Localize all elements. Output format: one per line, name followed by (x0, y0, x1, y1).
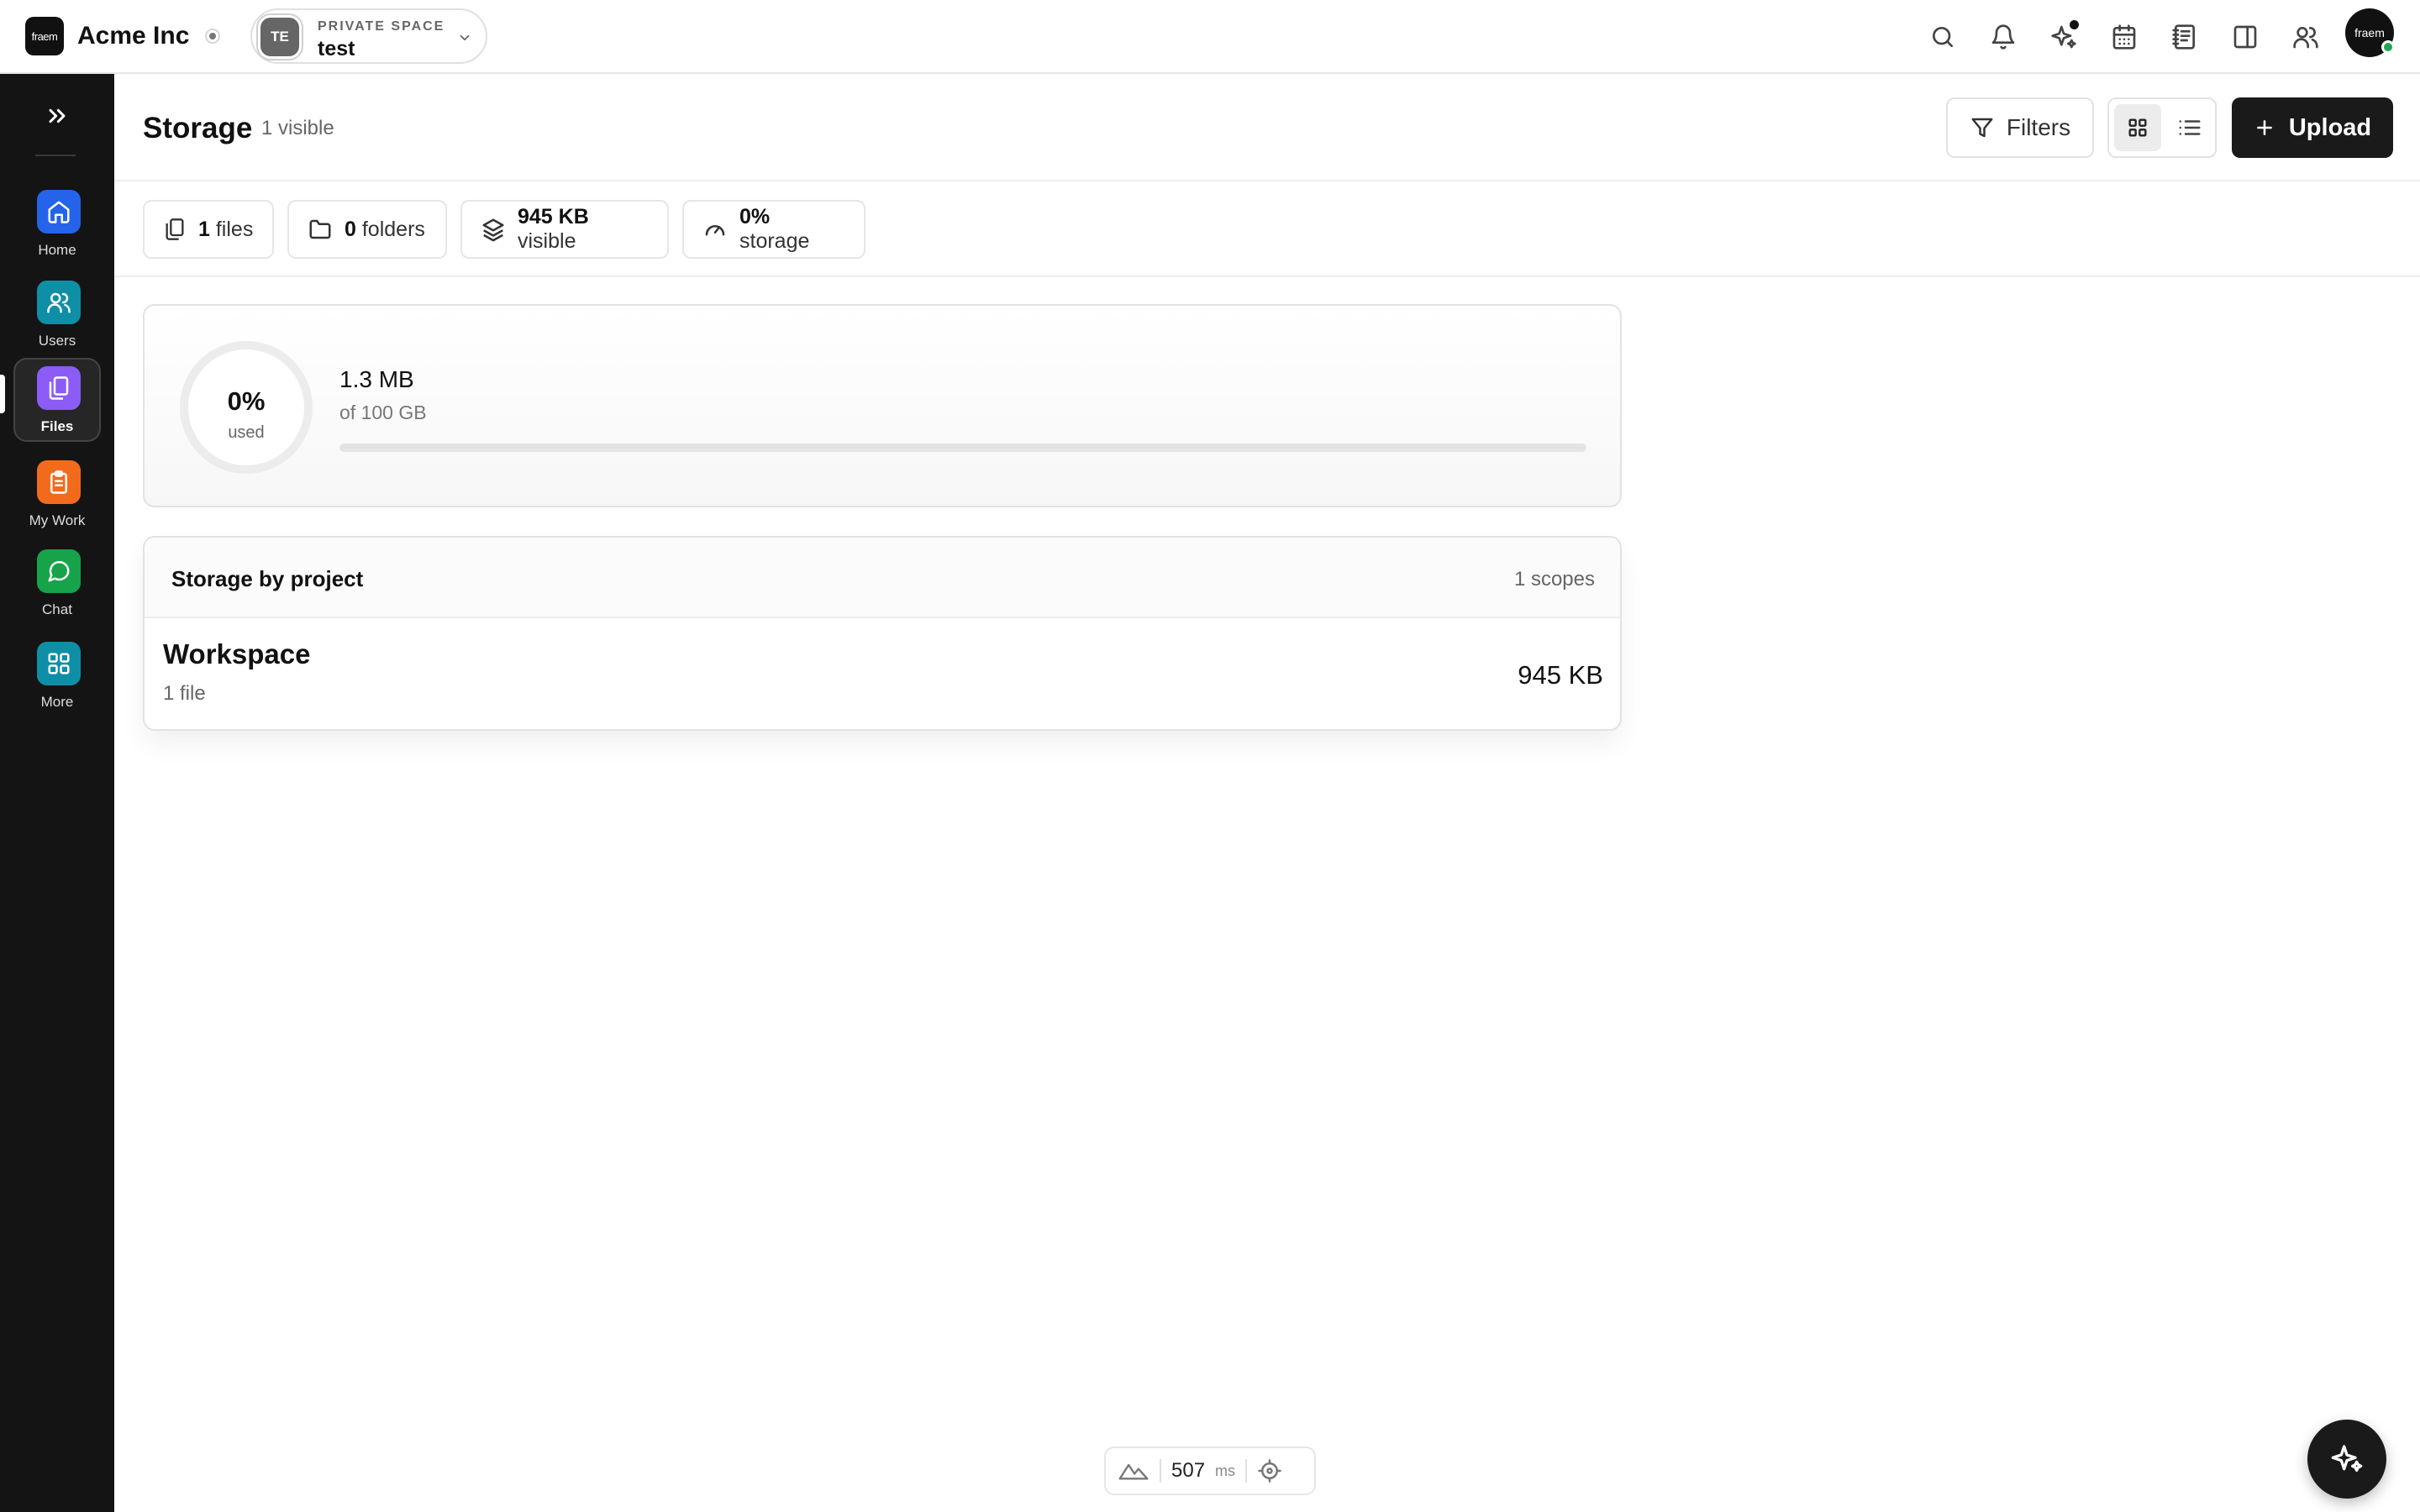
usage-progress-bar (339, 444, 1586, 452)
page-title: Storage (143, 112, 253, 144)
space-name: test (318, 37, 355, 60)
storage-label: storage (739, 229, 810, 253)
storage-stat: 0% storage (682, 200, 865, 259)
used-amount: 1.3 MB (339, 366, 414, 392)
home-icon (37, 190, 81, 234)
sparkles-icon[interactable] (2045, 18, 2082, 55)
sidebar-divider (35, 155, 76, 156)
brand-logo[interactable]: fraem (25, 17, 64, 55)
users-icon (37, 281, 81, 324)
chat-icon (37, 549, 81, 593)
chevron-down-icon (457, 30, 472, 45)
search-icon[interactable] (1924, 18, 1961, 55)
performance-indicator[interactable]: 507 ms (1104, 1446, 1316, 1495)
perf-divider (1160, 1459, 1161, 1483)
usage-used-label: used (228, 423, 265, 442)
status-indicator (205, 29, 220, 44)
sidebar-item-chat[interactable]: Chat (13, 541, 101, 625)
mountain-logo-icon (1118, 1459, 1150, 1483)
sidebar-item-label: More (40, 694, 74, 710)
sparkles-icon (2330, 1442, 2364, 1476)
sidebar-item-label: Chat (42, 601, 72, 617)
upload-button[interactable]: Upload (2232, 97, 2393, 158)
clipboard-icon (37, 460, 81, 504)
size-stat: 945 KB visible (460, 200, 669, 259)
sidebar-item-label: Home (38, 242, 76, 258)
perf-divider (1245, 1459, 1248, 1483)
active-indicator (0, 375, 5, 413)
crosshair-icon[interactable] (1257, 1458, 1282, 1483)
files-stat: 1 files (143, 200, 274, 259)
scope-count: 1 scopes (1513, 568, 1595, 591)
gauge-icon (702, 217, 728, 242)
view-toggle (2107, 97, 2217, 158)
filters-label: Filters (2006, 114, 2071, 140)
notification-dot (2070, 20, 2079, 29)
brand-name[interactable]: Acme Inc (77, 22, 189, 50)
sidebar-item-users[interactable]: Users (13, 272, 101, 356)
upload-label: Upload (2288, 113, 2372, 141)
visible-count: 1 visible (261, 117, 334, 139)
sidebar: Home Users Files My Work Chat More (0, 74, 114, 1512)
space-switcher[interactable]: TE PRIVATE SPACE test (250, 8, 487, 64)
expand-sidebar-icon[interactable] (44, 102, 71, 129)
list-icon (2177, 115, 2202, 140)
list-view-button[interactable] (2166, 104, 2213, 151)
sidebar-item-more[interactable]: More (13, 633, 101, 717)
sidebar-item-label: Files (40, 418, 74, 434)
card-header: Storage by project 1 scopes (145, 538, 1620, 618)
top-bar: fraem Acme Inc TE PRIVATE SPACE test fra… (0, 0, 2420, 74)
folders-stat: 0 folders (287, 200, 447, 259)
sidebar-item-label: My Work (29, 512, 86, 528)
size-label: visible (518, 229, 576, 253)
perf-ms-unit: ms (1215, 1462, 1236, 1479)
filter-icon (1970, 115, 1995, 140)
files-icon (37, 366, 81, 410)
stats-divider (114, 276, 2420, 277)
files-icon (163, 218, 187, 241)
sidebar-item-home[interactable]: Home (13, 181, 101, 265)
header-divider (114, 180, 2420, 181)
project-name: Workspace (163, 638, 311, 669)
grid-view-button[interactable] (2114, 104, 2161, 151)
grid-icon (2126, 116, 2149, 139)
grid-icon (37, 642, 81, 685)
storage-value: 0% (739, 205, 771, 228)
panel-icon[interactable] (2227, 18, 2264, 55)
filters-button[interactable]: Filters (1946, 97, 2094, 158)
notebook-icon[interactable] (2166, 18, 2203, 55)
card-title: Storage by project (171, 566, 364, 591)
storage-by-project-card: Storage by project 1 scopes Workspace 1 … (143, 536, 1622, 731)
files-count: 1 (198, 217, 210, 241)
files-label: files (215, 217, 254, 241)
layers-icon (481, 217, 506, 242)
usage-percent: 0% (227, 386, 266, 416)
folders-count: 0 (345, 217, 356, 241)
online-indicator (2381, 40, 2395, 54)
space-label: PRIVATE SPACE (318, 19, 445, 34)
total-capacity: of 100 GB (339, 402, 427, 423)
project-size: 945 KB (1518, 660, 1603, 690)
space-avatar: TE (260, 18, 299, 56)
calendar-icon[interactable] (2106, 18, 2143, 55)
size-value: 945 KB (518, 205, 589, 228)
project-file-count: 1 file (163, 682, 206, 705)
folders-label: folders (361, 217, 425, 241)
perf-ms-value: 507 (1171, 1459, 1206, 1482)
people-icon[interactable] (2287, 18, 2324, 55)
ai-assistant-button[interactable] (2307, 1420, 2386, 1499)
storage-usage-card: 0% used 1.3 MB of 100 GB (143, 304, 1622, 507)
folder-icon (308, 217, 333, 242)
list-item[interactable]: Workspace 1 file 945 KB (145, 618, 1620, 731)
plus-icon (2254, 117, 2275, 139)
sidebar-item-label: Users (38, 333, 76, 349)
bell-icon[interactable] (1985, 18, 2022, 55)
sidebar-item-my-work[interactable]: My Work (13, 452, 101, 536)
sidebar-item-files[interactable]: Files (13, 358, 101, 442)
usage-ring: 0% used (180, 341, 313, 474)
